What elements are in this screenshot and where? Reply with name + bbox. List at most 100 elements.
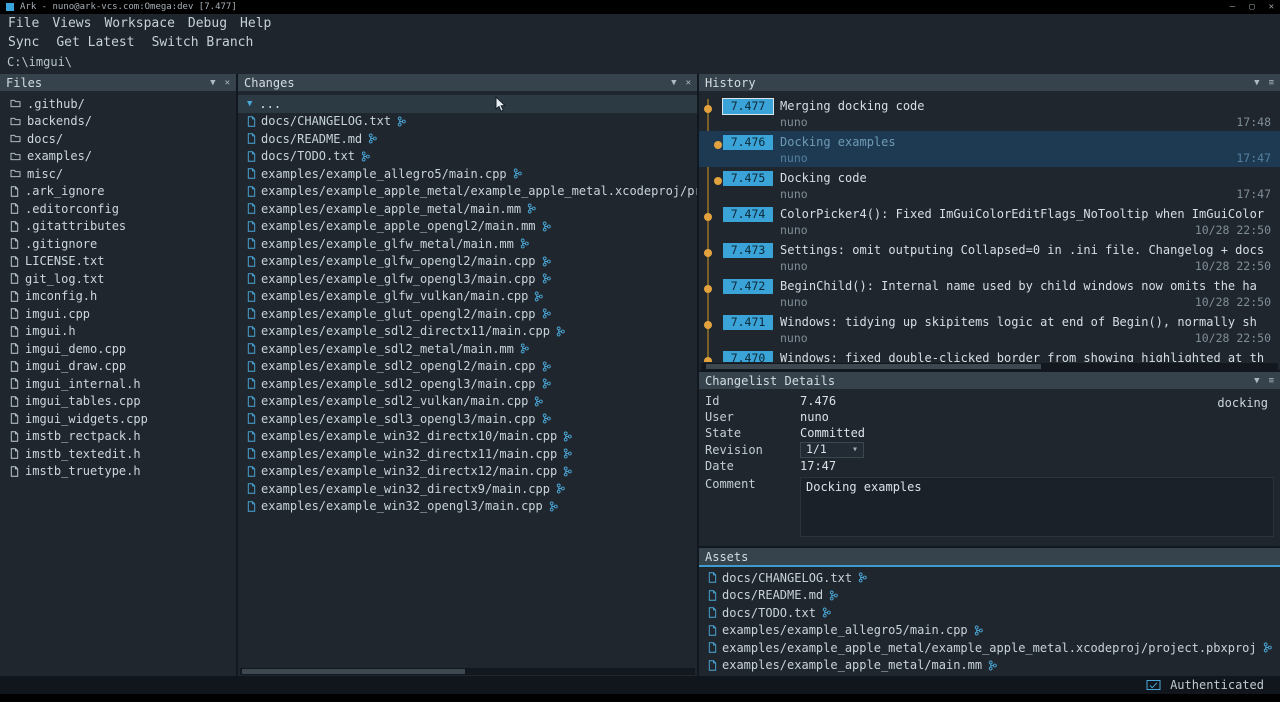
filter-icon[interactable]: ▼ (1254, 78, 1259, 88)
changes-horizontal-scrollbar[interactable] (240, 668, 695, 675)
file-icon (10, 238, 19, 249)
file-icon (247, 413, 256, 424)
menu-icon[interactable]: ≡ (1269, 78, 1274, 88)
changed-file-row[interactable]: examples/example_win32_directx9/main.cpp (238, 480, 697, 498)
details-field-row[interactable]: User nuno ▾ (705, 409, 1274, 425)
file-tree-item[interactable]: .ark_ignore (0, 183, 236, 201)
file-tree-item[interactable]: imstb_rectpack.h (0, 428, 236, 446)
changed-file-row[interactable]: examples/example_win32_directx12/main.cp… (238, 463, 697, 481)
file-tree-item[interactable]: imgui_widgets.cpp (0, 410, 236, 428)
changed-file-row[interactable]: examples/example_win32_opengl3/main.cpp (238, 498, 697, 516)
commit-time: 10/28 22:50 (1195, 331, 1271, 346)
files-tree: .github/ backends/ (0, 95, 236, 676)
changed-file-row[interactable]: examples/example_glfw_vulkan/main.cpp (238, 288, 697, 306)
file-tree-item[interactable]: imconfig.h (0, 288, 236, 306)
close-icon[interactable]: ✕ (225, 78, 230, 88)
file-tree-item[interactable]: misc/ (0, 165, 236, 183)
close-button[interactable]: ✕ (1269, 2, 1274, 12)
file-tree-item[interactable]: imgui_draw.cpp (0, 358, 236, 376)
asset-row[interactable]: examples/example_apple_metal/main.mm (699, 657, 1280, 675)
changed-file-row[interactable]: examples/example_win32_directx10/main.cp… (238, 428, 697, 446)
file-tree-item[interactable]: .editorconfig (0, 200, 236, 218)
filter-icon[interactable]: ▼ (671, 78, 676, 88)
changed-file-row[interactable]: examples/example_glfw_opengl2/main.cpp (238, 253, 697, 271)
changed-file-row[interactable]: examples/example_allegro5/main.cpp (238, 165, 697, 183)
changed-file-row[interactable]: examples/example_sdl2_vulkan/main.cpp (238, 393, 697, 411)
filter-icon[interactable]: ▼ (210, 78, 215, 88)
file-tree-item[interactable]: git_log.txt (0, 270, 236, 288)
file-tree-item[interactable]: LICENSE.txt (0, 253, 236, 271)
changed-file-row[interactable]: examples/example_glfw_metal/main.mm (238, 235, 697, 253)
toolbar-button[interactable]: Switch Branch (152, 35, 254, 50)
file-tree-item[interactable]: examples/ (0, 148, 236, 166)
file-tree-item[interactable]: imstb_textedit.h (0, 445, 236, 463)
details-field-row[interactable]: State Committed ▾ (705, 425, 1274, 441)
history-commit-row[interactable]: 7.475 Docking code nuno 17:47 (699, 167, 1280, 203)
asset-row[interactable]: docs/CHANGELOG.txt (699, 569, 1280, 587)
authenticated-icon (1146, 679, 1161, 691)
toolbar-button[interactable]: Sync (8, 35, 39, 50)
changed-file-row[interactable]: examples/example_win32_directx11/main.cp… (238, 445, 697, 463)
file-tree-item[interactable]: .gitignore (0, 235, 236, 253)
changed-file-row[interactable]: docs/CHANGELOG.txt (238, 113, 697, 131)
changed-file-row[interactable]: examples/example_sdl2_metal/main.mm (238, 340, 697, 358)
chevron-down-icon[interactable]: ▾ (852, 443, 858, 456)
history-panel: History ▼ ≡ 7.477 Merging docking code (699, 74, 1280, 370)
changed-file-row[interactable]: examples/example_sdl3_opengl3/main.cpp (238, 410, 697, 428)
history-commit-row[interactable]: 7.476 Docking examples nuno 17:47 (699, 131, 1280, 167)
scrollbar-thumb[interactable] (242, 669, 465, 674)
file-tree-item[interactable]: imstb_truetype.h (0, 463, 236, 481)
history-commit-row[interactable]: 7.473 Settings: omit outputing Collapsed… (699, 239, 1280, 275)
file-tree-item[interactable]: .github/ (0, 95, 236, 113)
comment-box[interactable]: Docking examples (800, 477, 1274, 537)
file-tree-item[interactable]: backends/ (0, 113, 236, 131)
filter-icon[interactable]: ▼ (1254, 376, 1259, 386)
file-tree-item[interactable]: imgui_tables.cpp (0, 393, 236, 411)
menu-item[interactable]: Views (52, 16, 91, 31)
changed-file-row[interactable]: docs/TODO.txt (238, 148, 697, 166)
changed-file-row[interactable]: examples/example_glfw_opengl3/main.cpp (238, 270, 697, 288)
minimize-button[interactable]: – (1230, 2, 1235, 12)
asset-row[interactable]: examples/example_allegro5/main.cpp (699, 622, 1280, 640)
menu-icon[interactable]: ≡ (1269, 376, 1274, 386)
changed-file-row[interactable]: examples/example_sdl2_opengl2/main.cpp (238, 358, 697, 376)
menu-item[interactable]: Workspace (104, 16, 174, 31)
file-tree-item[interactable]: docs/ (0, 130, 236, 148)
asset-row[interactable]: docs/README.md (699, 587, 1280, 605)
history-commit-row[interactable]: 7.477 Merging docking code nuno 17:48 (699, 95, 1280, 131)
menu-item[interactable]: File (8, 16, 39, 31)
changed-file-row[interactable]: examples/example_apple_metal/example_app… (238, 183, 697, 201)
file-tree-item[interactable]: imgui.h (0, 323, 236, 341)
changed-file-row[interactable]: examples/example_glut_opengl2/main.cpp (238, 305, 697, 323)
changed-file-row[interactable]: examples/example_sdl2_directx11/main.cpp (238, 323, 697, 341)
changed-file-row[interactable]: docs/README.md (238, 130, 697, 148)
changed-file-row[interactable]: examples/example_apple_metal/main.mm (238, 200, 697, 218)
toolbar-button[interactable]: Get Latest (56, 35, 134, 50)
file-tree-item[interactable]: imgui_internal.h (0, 375, 236, 393)
details-field-row[interactable]: Revision 1/1 ▾ (705, 442, 1274, 458)
scrollbar-thumb[interactable] (706, 364, 1041, 369)
file-icon (247, 448, 256, 459)
history-commit-row[interactable]: 7.471 Windows: tidying up skipitems logi… (699, 311, 1280, 347)
history-commit-row[interactable]: 7.470 Windows: fixed double-clicked bord… (699, 347, 1280, 362)
close-icon[interactable]: ✕ (686, 78, 691, 88)
file-tree-item[interactable]: .gitattributes (0, 218, 236, 236)
expander-icon[interactable]: ▼ (247, 99, 252, 109)
file-icon (10, 203, 19, 214)
history-horizontal-scrollbar[interactable] (701, 363, 1278, 370)
menu-item[interactable]: Debug (188, 16, 227, 31)
history-commit-row[interactable]: 7.474 ColorPicker4(): Fixed ImGuiColorEd… (699, 203, 1280, 239)
details-field-row[interactable]: Id 7.476 ▾ (705, 393, 1274, 409)
changes-root-row[interactable]: ▼ ... (238, 95, 697, 113)
history-commit-row[interactable]: 7.472 BeginChild(): Internal name used b… (699, 275, 1280, 311)
asset-row[interactable]: docs/TODO.txt (699, 604, 1280, 622)
file-name: .github/ (27, 97, 85, 111)
changed-file-row[interactable]: examples/example_sdl2_opengl3/main.cpp (238, 375, 697, 393)
changed-file-row[interactable]: examples/example_apple_opengl2/main.mm (238, 218, 697, 236)
maximize-button[interactable]: ▢ (1249, 2, 1254, 12)
asset-row[interactable]: examples/example_apple_metal/example_app… (699, 639, 1280, 657)
menu-item[interactable]: Help (240, 16, 271, 31)
file-tree-item[interactable]: imgui.cpp (0, 305, 236, 323)
file-tree-item[interactable]: imgui_demo.cpp (0, 340, 236, 358)
details-field-row[interactable]: Date 17:47 ▾ (705, 458, 1274, 474)
